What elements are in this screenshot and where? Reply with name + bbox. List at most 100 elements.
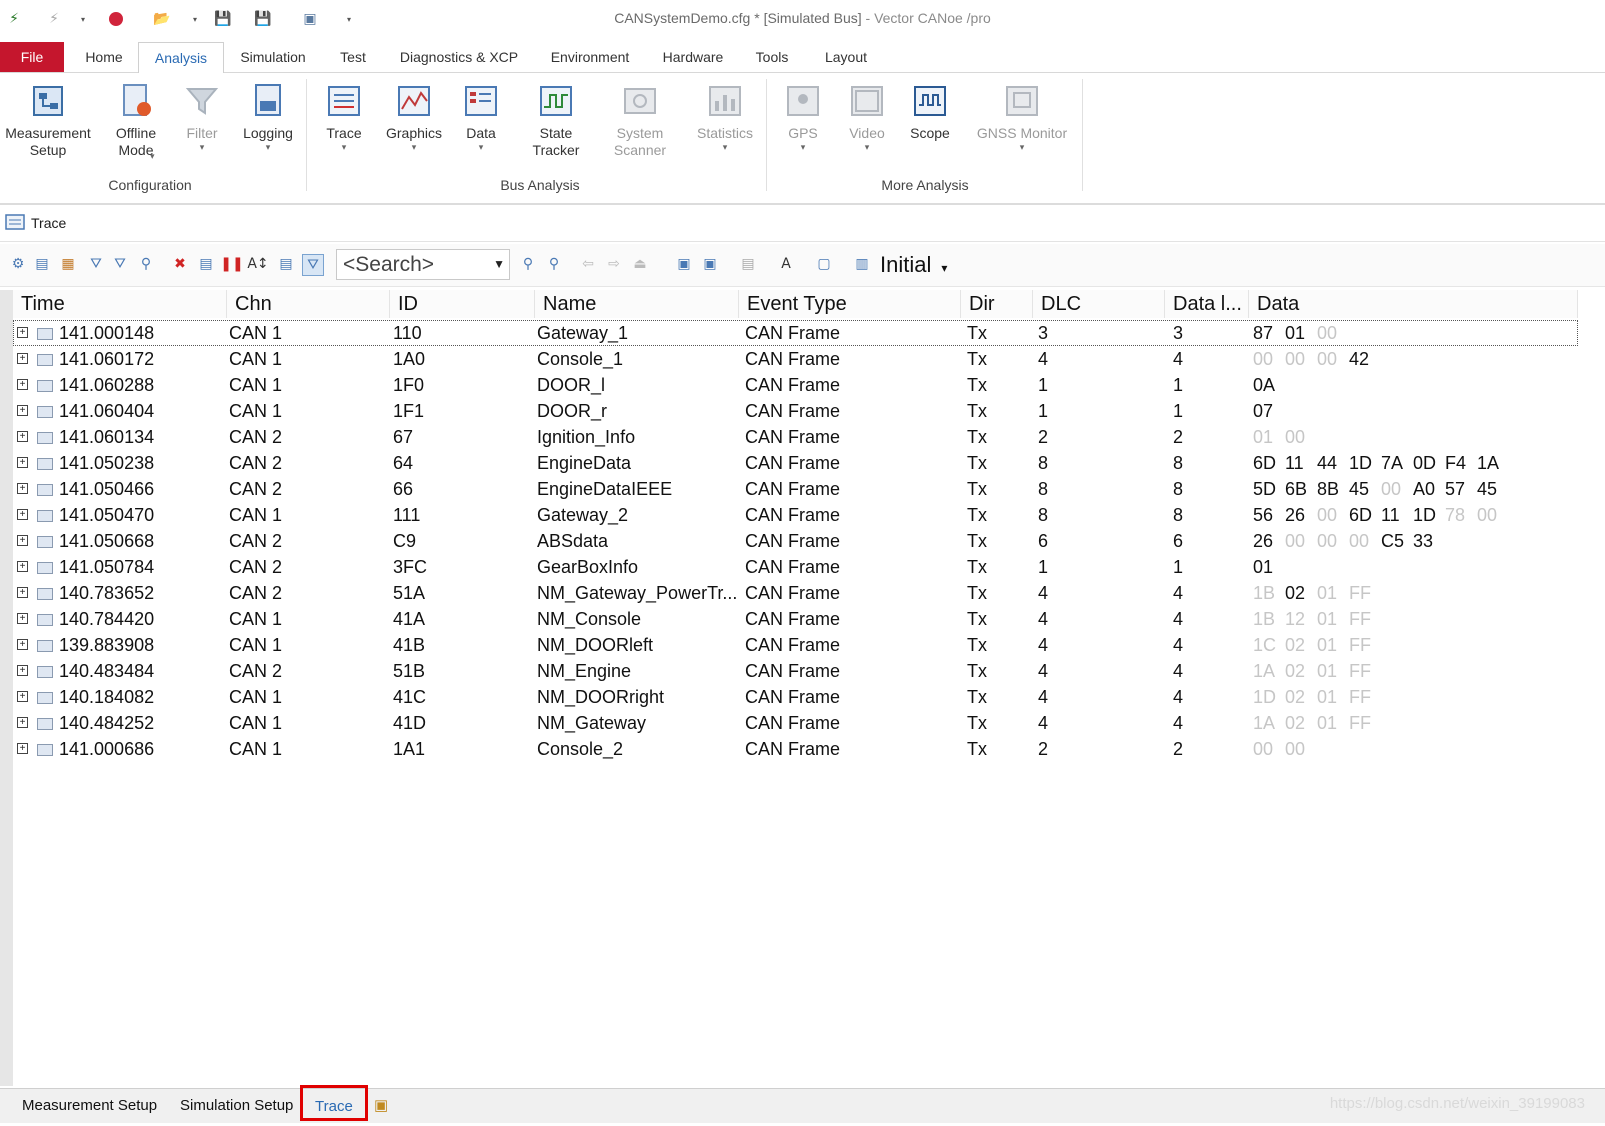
expand-icon[interactable]: +: [17, 509, 28, 520]
column-header[interactable]: Data: [1249, 290, 1578, 318]
column-header[interactable]: Data l...: [1165, 290, 1249, 318]
table-row[interactable]: +141.060404 CAN 1 1F1 DOOR_r CAN Frame Tx 1 1 07: [13, 398, 1578, 424]
cell-event: CAN Frame: [745, 635, 841, 655]
search-dropdown-icon[interactable]: ▼: [493, 250, 505, 279]
new-window-icon[interactable]: ▣: [374, 1094, 388, 1118]
expand-icon[interactable]: +: [17, 665, 28, 676]
view-options-icon[interactable]: ▢: [814, 254, 834, 274]
forward-arrow-icon[interactable]: ⇨: [604, 254, 624, 274]
column-header[interactable]: Event Type: [739, 290, 961, 318]
left-splitter[interactable]: [0, 290, 14, 1086]
marker-icon[interactable]: ⏏: [630, 254, 650, 274]
tab-tools[interactable]: Tools: [746, 42, 798, 72]
tab-layout[interactable]: Layout: [816, 42, 876, 72]
column-header[interactable]: Chn: [227, 290, 390, 318]
layout-icon[interactable]: ▤: [738, 254, 758, 274]
trace-button[interactable]: Trace ▾: [318, 81, 370, 152]
table-row[interactable]: +141.050470 CAN 1 111 Gateway_2 CAN Frame Tx 8…: [13, 502, 1578, 528]
logging-button[interactable]: Logging ▾: [240, 81, 296, 152]
tab-analysis[interactable]: Analysis: [138, 42, 224, 74]
tab-home[interactable]: Home: [72, 42, 136, 72]
table-row[interactable]: +141.000686 CAN 1 1A1 Console_2 CAN Frame Tx 2…: [13, 736, 1578, 762]
column-layout-icon[interactable]: ▥: [852, 254, 872, 274]
tab-simulation-setup[interactable]: Simulation Setup: [180, 1094, 293, 1118]
table-row[interactable]: +140.483484 CAN 2 51B NM_Engine CAN Frame Tx 4…: [13, 658, 1578, 684]
gps-button[interactable]: GPS ▾: [778, 81, 828, 152]
delete-icon[interactable]: ✖: [170, 254, 190, 274]
clear-icon[interactable]: ▤: [196, 254, 216, 274]
table-row[interactable]: +140.784420 CAN 1 41A NM_Console CAN Frame Tx…: [13, 606, 1578, 632]
statistics-button[interactable]: Statistics ▾: [690, 81, 760, 152]
find-icon[interactable]: ⚲: [136, 254, 156, 274]
expand-icon[interactable]: +: [17, 587, 28, 598]
data-button[interactable]: Data ▾: [456, 81, 506, 152]
expand-icon[interactable]: +: [17, 743, 28, 754]
expand-icon[interactable]: +: [17, 379, 28, 390]
back-arrow-icon[interactable]: ⇦: [578, 254, 598, 274]
measurement-setup-button[interactable]: Measurement Setup: [2, 81, 94, 159]
search-input[interactable]: <Search> ▼: [336, 249, 510, 280]
expand-icon[interactable]: +: [17, 457, 28, 468]
scope-button[interactable]: Scope: [904, 81, 956, 142]
export-icon[interactable]: ▣: [700, 254, 720, 274]
text-format-icon[interactable]: A↕: [247, 254, 268, 274]
tab-measurement-setup[interactable]: Measurement Setup: [22, 1094, 157, 1118]
table-row[interactable]: +140.184082 CAN 1 41C NM_DOORright CAN Frame…: [13, 684, 1578, 710]
column-header[interactable]: Name: [535, 290, 739, 318]
table-row[interactable]: +139.883908 CAN 1 41B NM_DOORleft CAN Frame T…: [13, 632, 1578, 658]
table-row[interactable]: +140.783652 CAN 2 51A NM_Gateway_PowerTr...…: [13, 580, 1578, 606]
find-next-icon[interactable]: ⚲: [518, 254, 538, 274]
tab-hardware[interactable]: Hardware: [652, 42, 734, 72]
gnss-monitor-button[interactable]: GNSS Monitor ▾: [974, 81, 1070, 152]
column-header[interactable]: ID: [390, 290, 535, 318]
expand-icon[interactable]: +: [17, 613, 28, 624]
column-header[interactable]: DLC: [1033, 290, 1165, 318]
expand-icon[interactable]: +: [17, 717, 28, 728]
graphics-button[interactable]: Graphics ▾: [382, 81, 446, 152]
tab-simulation[interactable]: Simulation: [228, 42, 318, 72]
expand-icon[interactable]: +: [17, 561, 28, 572]
expand-icon[interactable]: +: [17, 483, 28, 494]
state-tracker-button[interactable]: State Tracker: [514, 81, 598, 159]
table-row[interactable]: +141.060172 CAN 1 1A0 Console_1 CAN Frame Tx 4…: [13, 346, 1578, 372]
filter-button[interactable]: Filter ▾: [176, 81, 228, 152]
column-header[interactable]: Dir: [961, 290, 1033, 318]
expand-icon[interactable]: +: [17, 431, 28, 442]
copy-window-icon[interactable]: ▣: [674, 254, 694, 274]
pause-icon[interactable]: ❚❚: [220, 254, 243, 274]
tab-trace[interactable]: Trace: [300, 1085, 368, 1121]
expand-icon[interactable]: +: [17, 353, 28, 364]
cell-time: 141.000148: [59, 323, 155, 343]
detail-view-icon[interactable]: ▤: [276, 254, 296, 274]
offline-mode-button[interactable]: Offline Mode ▾: [104, 81, 168, 161]
table-row[interactable]: +141.050784 CAN 2 3FC GearBoxInfo CAN Frame T…: [13, 554, 1578, 580]
expand-icon[interactable]: +: [17, 405, 28, 416]
find-previous-icon[interactable]: ⚲: [544, 254, 564, 274]
table-row[interactable]: +141.050668 CAN 2 C9 ABSdata CAN Frame Tx 6 6 26…: [13, 528, 1578, 554]
tab-environment[interactable]: Environment: [540, 42, 640, 72]
column-header[interactable]: Time: [13, 290, 227, 318]
tab-file[interactable]: File: [0, 42, 64, 72]
tab-test[interactable]: Test: [326, 42, 380, 72]
expand-icon[interactable]: +: [17, 691, 28, 702]
stop-icon[interactable]: ▤: [32, 254, 52, 274]
table-row[interactable]: +141.060134 CAN 2 67 Ignition_Info CAN Frame…: [13, 424, 1578, 450]
table-row[interactable]: +141.050238 CAN 2 64 EngineData CAN Frame Tx 8…: [13, 450, 1578, 476]
table-row[interactable]: +141.060288 CAN 1 1F0 DOOR_l CAN Frame Tx 1 1 0A: [13, 372, 1578, 398]
layout-select[interactable]: Initial ▾: [880, 249, 947, 280]
columns-icon[interactable]: ▦: [58, 254, 78, 274]
filter-icon[interactable]: ⛛: [86, 254, 106, 274]
start-icon[interactable]: ⚙: [8, 254, 28, 274]
font-size-icon[interactable]: A: [776, 254, 796, 274]
expand-icon[interactable]: +: [17, 327, 28, 338]
table-row[interactable]: +141.050466 CAN 2 66 EngineDataIEEE CAN Fram…: [13, 476, 1578, 502]
expand-icon[interactable]: +: [17, 639, 28, 650]
tab-diagnostics-xcp[interactable]: Diagnostics & XCP: [392, 42, 526, 72]
video-button[interactable]: Video ▾: [842, 81, 892, 152]
table-row[interactable]: +141.000148 CAN 1 110 Gateway_1 CAN Frame Tx 3…: [13, 320, 1578, 346]
filter-active-icon[interactable]: ⛛: [302, 254, 324, 276]
filter-remove-icon[interactable]: ⛛: [110, 254, 130, 274]
expand-icon[interactable]: +: [17, 535, 28, 546]
table-row[interactable]: +140.484252 CAN 1 41D NM_Gateway CAN Frame Tx…: [13, 710, 1578, 736]
system-scanner-button[interactable]: System Scanner: [602, 81, 678, 159]
